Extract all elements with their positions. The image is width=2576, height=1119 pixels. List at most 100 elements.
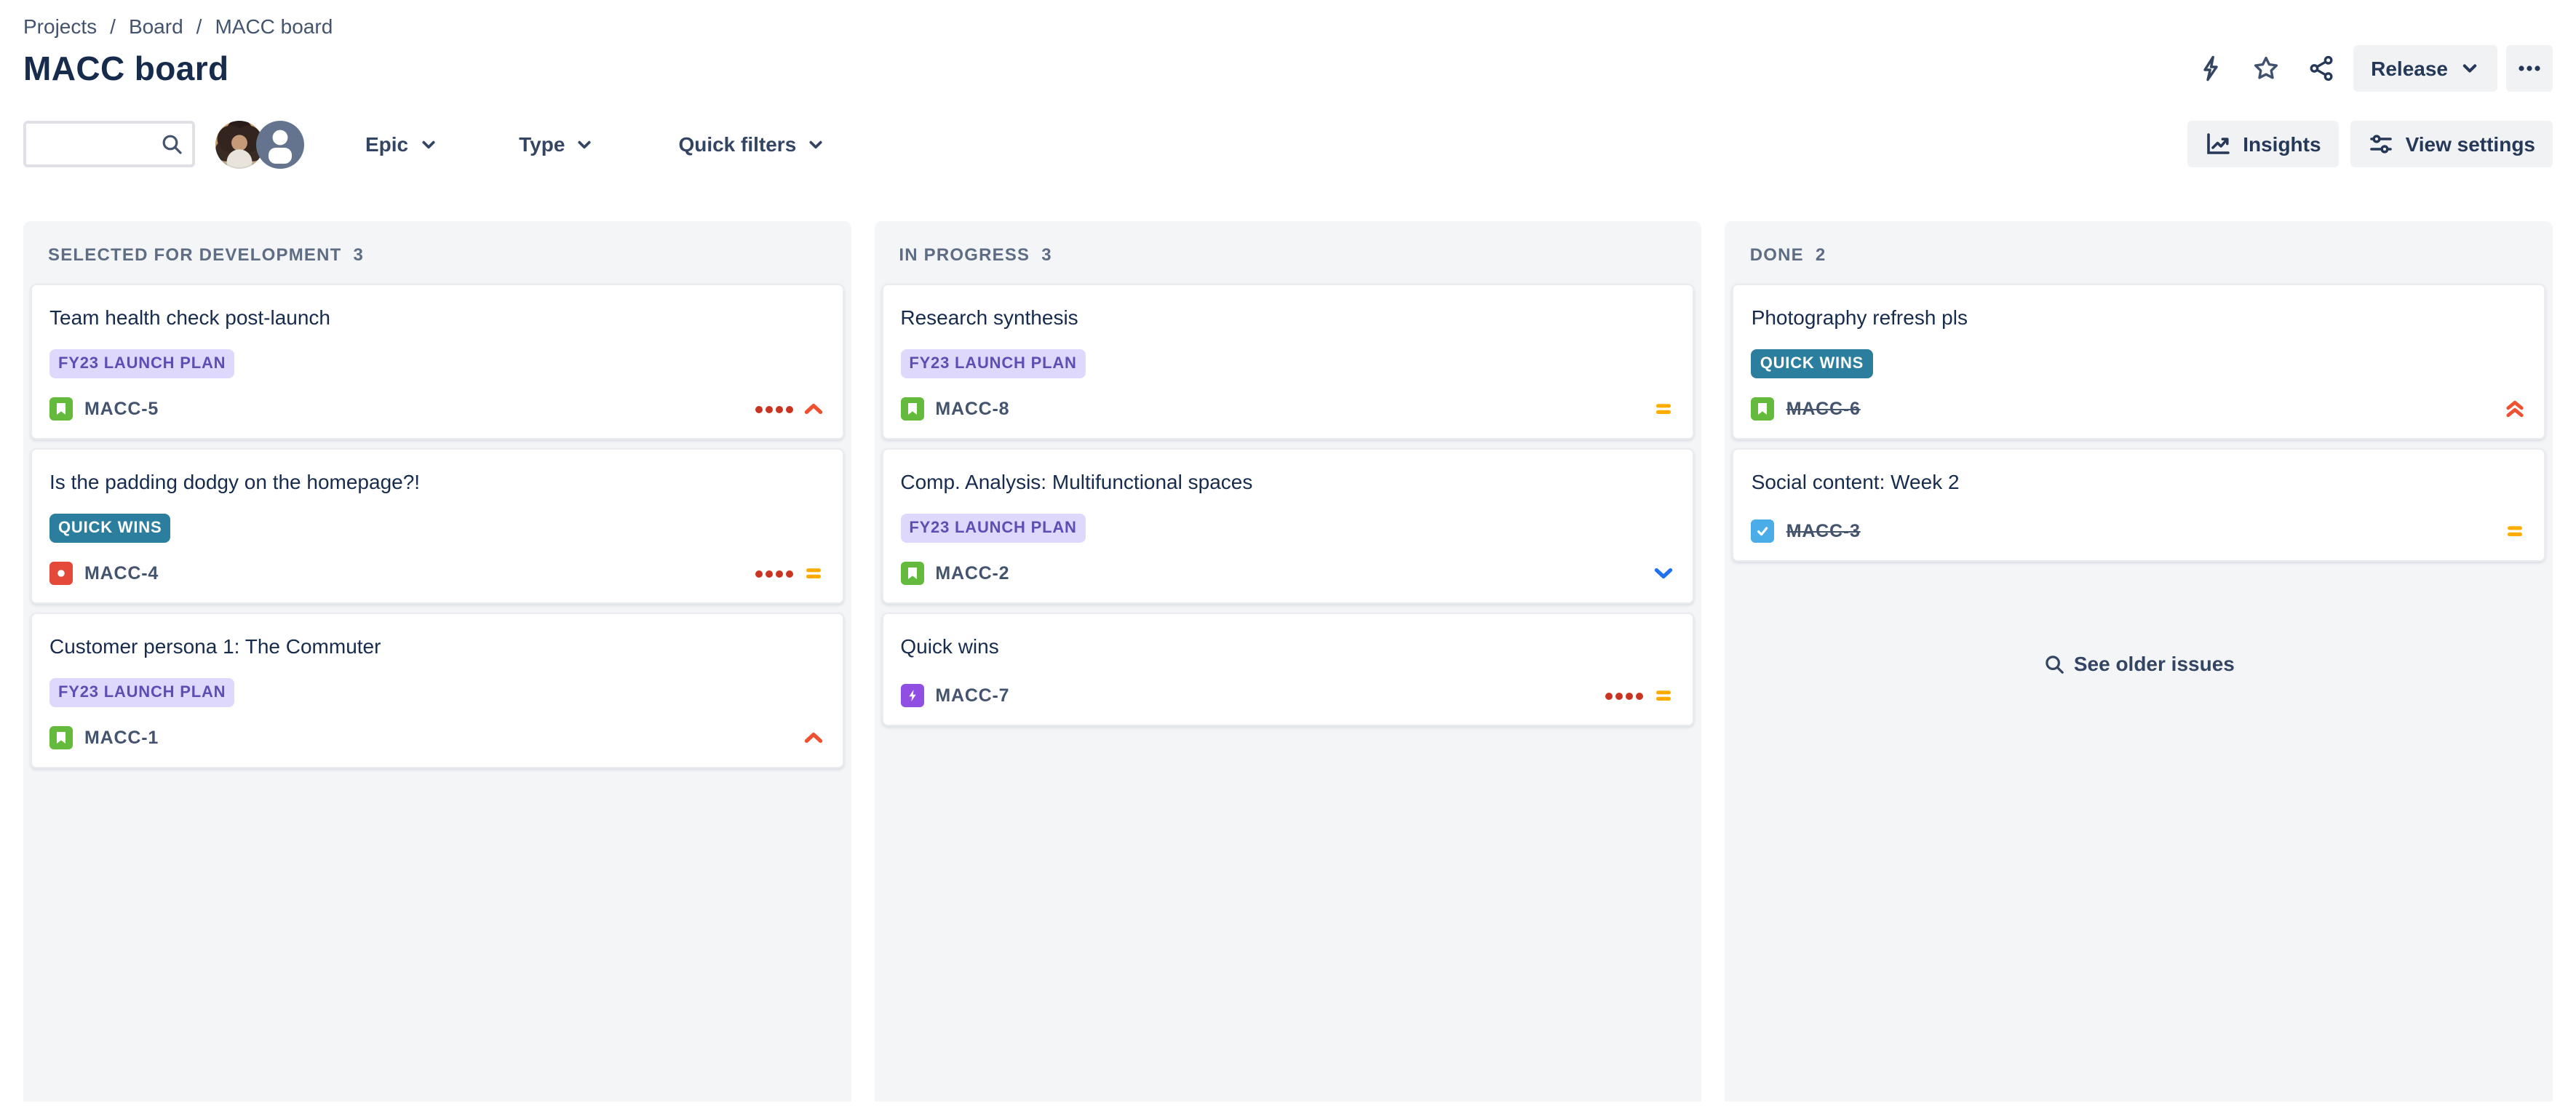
epic-type-icon <box>900 684 924 707</box>
issue-key: MACC-4 <box>84 563 159 584</box>
priority-medium-icon <box>2503 519 2527 543</box>
quick-filters-label: Quick filters <box>678 132 797 156</box>
view-settings-button[interactable]: View settings <box>2350 121 2553 167</box>
card-title: Comp. Analysis: Multifunctional spaces <box>900 470 1253 493</box>
issue-key: MACC-2 <box>935 563 1010 584</box>
priority-high-icon <box>801 726 824 749</box>
ellipsis-icon <box>2516 55 2543 81</box>
chevron-down-icon <box>2460 58 2480 79</box>
column-title: Selected for Development <box>48 244 342 265</box>
issue-key: MACC-5 <box>84 399 159 419</box>
issue-card[interactable]: Is the padding dodgy on the homepage?! Q… <box>31 448 844 604</box>
days-in-column-dots <box>1605 692 1644 699</box>
chevron-down-icon <box>575 135 594 154</box>
card-title: Quick wins <box>900 634 999 658</box>
view-settings-label: View settings <box>2405 132 2535 156</box>
epic-badge[interactable]: QUICK WINS <box>1751 349 1873 378</box>
card-title: Research synthesis <box>900 306 1078 329</box>
epic-badge[interactable]: FY23 LAUNCH PLAN <box>900 514 1086 543</box>
quick-filters-dropdown[interactable]: Quick filters <box>669 131 834 157</box>
chevron-down-icon <box>806 135 825 154</box>
person-icon <box>256 120 304 168</box>
board-toolbar: Epic Type Quick filters Insights View se… <box>0 120 2576 168</box>
release-button-label: Release <box>2371 57 2448 80</box>
issue-card[interactable]: Comp. Analysis: Multifunctional spaces F… <box>881 448 1695 604</box>
story-icon <box>900 397 924 421</box>
issue-key: MACC-7 <box>935 685 1010 706</box>
chevron-down-icon <box>418 135 437 154</box>
jira-board-page: Projects / Board / MACC board MACC board <box>0 0 2576 1119</box>
page-title: MACC board <box>23 49 229 87</box>
priority-highest-icon <box>2503 397 2527 421</box>
issue-key: MACC-8 <box>935 399 1010 419</box>
epic-badge[interactable]: FY23 LAUNCH PLAN <box>900 349 1086 378</box>
story-icon <box>900 562 924 585</box>
issue-card[interactable]: Social content: Week 2 MACC-3 <box>1732 448 2546 562</box>
epic-badge[interactable]: QUICK WINS <box>49 514 171 543</box>
search-input[interactable] <box>38 132 160 156</box>
issue-card[interactable]: Team health check post-launch FY23 LAUNC… <box>31 284 844 439</box>
star-icon <box>2251 54 2281 83</box>
kanban-board: Selected for Development 3 Team health c… <box>0 221 2576 1102</box>
insights-label: Insights <box>2243 132 2321 156</box>
story-icon <box>49 397 73 421</box>
avatar-group <box>215 120 304 168</box>
epic-badge[interactable]: FY23 LAUNCH PLAN <box>49 678 235 707</box>
more-actions-button[interactable] <box>2506 45 2553 92</box>
sliders-icon <box>2368 131 2394 157</box>
column-selected-for-development: Selected for Development 3 Team health c… <box>23 221 851 1102</box>
days-in-column-dots <box>755 570 793 577</box>
issue-card[interactable]: Quick wins MACC-7 <box>881 613 1695 726</box>
breadcrumb-separator: / <box>110 15 116 38</box>
avatar[interactable] <box>256 120 304 168</box>
priority-medium-icon <box>1653 397 1676 421</box>
card-title: Photography refresh pls <box>1751 306 1968 329</box>
story-icon <box>1751 397 1775 421</box>
automation-button[interactable] <box>2187 45 2234 92</box>
column-title: Done <box>1749 244 1804 265</box>
days-in-column-dots <box>755 405 793 413</box>
priority-medium-icon <box>801 562 824 585</box>
share-button[interactable] <box>2298 45 2345 92</box>
breadcrumb-projects[interactable]: Projects <box>23 15 97 38</box>
issue-key: MACC-3 <box>1786 521 1861 541</box>
see-older-issues-link[interactable]: See older issues <box>1733 652 2545 675</box>
insights-chart-icon <box>2205 131 2231 157</box>
breadcrumb: Projects / Board / MACC board <box>23 15 2553 38</box>
card-title: Social content: Week 2 <box>1751 470 1960 493</box>
page-header: Projects / Board / MACC board MACC board <box>0 0 2576 92</box>
column-title: In Progress <box>899 244 1030 265</box>
issue-card[interactable]: Customer persona 1: The Commuter FY23 LA… <box>31 613 844 768</box>
column-count: 3 <box>1041 244 1052 265</box>
issue-key: MACC-1 <box>84 728 159 748</box>
lightning-icon <box>2196 54 2225 83</box>
type-filter-dropdown[interactable]: Type <box>510 131 603 157</box>
type-filter-label: Type <box>519 132 565 156</box>
breadcrumb-macc-board[interactable]: MACC board <box>215 15 333 38</box>
task-icon <box>1751 519 1775 543</box>
search-icon <box>160 132 183 156</box>
epic-badge[interactable]: FY23 LAUNCH PLAN <box>49 349 235 378</box>
priority-high-icon <box>801 397 824 421</box>
column-count: 3 <box>353 244 365 265</box>
epic-filter-label: Epic <box>365 132 409 156</box>
epic-filter-dropdown[interactable]: Epic <box>357 131 446 157</box>
card-title: Is the padding dodgy on the homepage?! <box>49 470 421 493</box>
column-done: Done 2 Photography refresh pls QUICK WIN… <box>1725 221 2553 1102</box>
bug-icon <box>49 562 73 585</box>
priority-medium-icon <box>1653 684 1676 707</box>
issue-card[interactable]: Research synthesis FY23 LAUNCH PLAN MACC… <box>881 284 1695 439</box>
search-box[interactable] <box>23 121 195 167</box>
insights-button[interactable]: Insights <box>2187 121 2339 167</box>
favorite-star-button[interactable] <box>2243 45 2289 92</box>
card-title: Team health check post-launch <box>49 306 330 329</box>
breadcrumb-board[interactable]: Board <box>129 15 183 38</box>
priority-low-icon <box>1653 562 1676 585</box>
see-older-issues-label: See older issues <box>2073 652 2235 675</box>
release-button[interactable]: Release <box>2353 45 2497 92</box>
breadcrumb-separator: / <box>196 15 202 38</box>
issue-card[interactable]: Photography refresh pls QUICK WINS MACC-… <box>1732 284 2546 439</box>
issue-key: MACC-6 <box>1786 399 1861 419</box>
card-title: Customer persona 1: The Commuter <box>49 634 381 658</box>
story-icon <box>49 726 73 749</box>
